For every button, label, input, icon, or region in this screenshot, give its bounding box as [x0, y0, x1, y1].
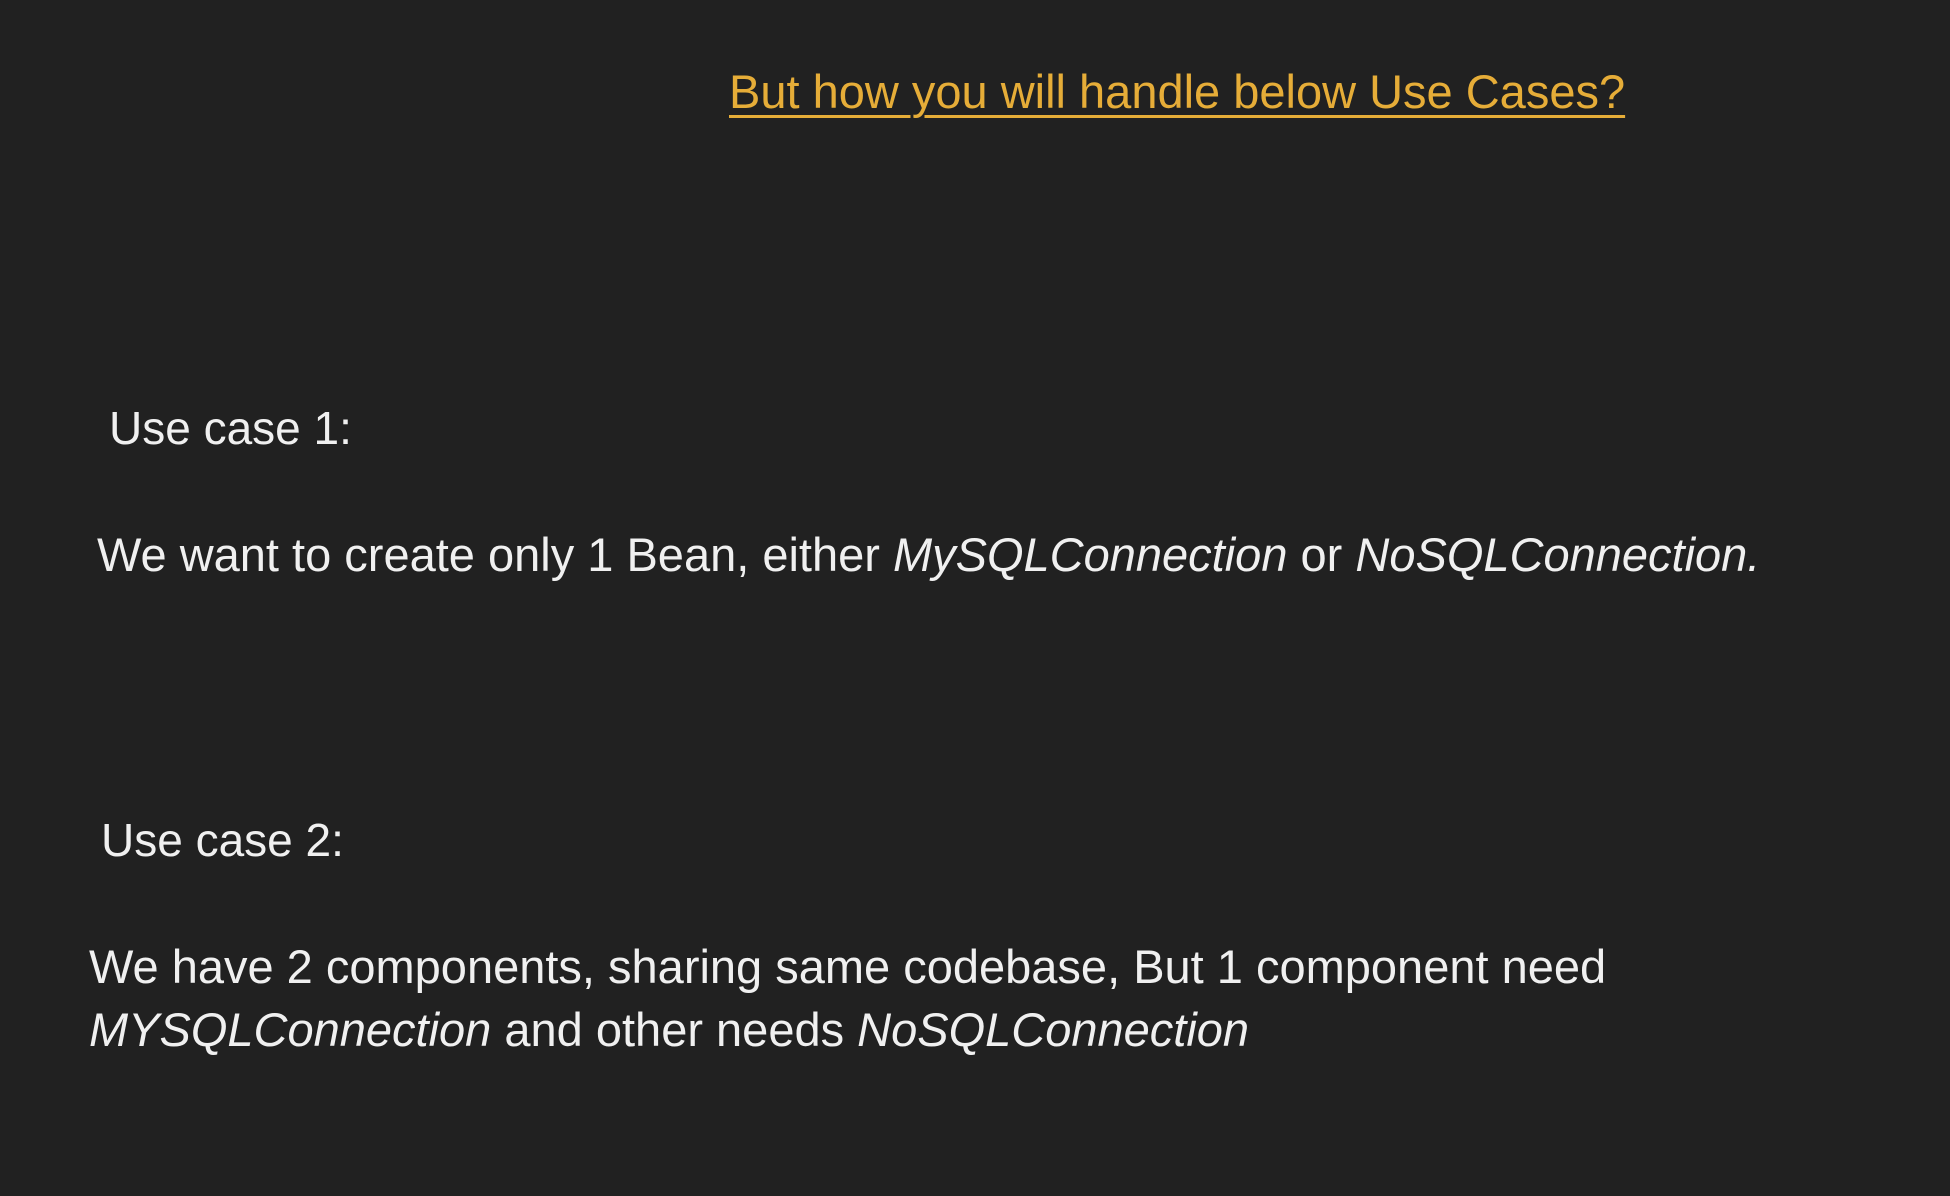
- slide: But how you will handle below Use Cases?…: [0, 0, 1950, 1196]
- use-case-1-mysql-term: MySQLConnection: [892, 528, 1288, 581]
- use-case-1-text-part1: We want to create only 1 Bean, either: [97, 528, 893, 581]
- use-case-1-nosql-term: NoSQLConnection.: [1355, 528, 1761, 581]
- slide-title: But how you will handle below Use Cases?: [729, 65, 1626, 118]
- use-case-2-heading: Use case 2:: [101, 814, 344, 866]
- use-case-1-heading: Use case 1:: [109, 402, 352, 454]
- use-case-2-line2: MYSQLConnection and other needs NoSQLCon…: [89, 999, 1249, 1061]
- use-case-2-line1: We have 2 components, sharing same codeb…: [89, 940, 1607, 993]
- use-case-1-text: We want to create only 1 Bean, either My…: [97, 524, 1760, 586]
- use-case-2-nosql-term: NoSQLConnection: [857, 1003, 1250, 1056]
- use-case-2-mysql-term: MYSQLConnection: [89, 1003, 492, 1056]
- use-case-2-text-part2: and other needs: [491, 1003, 858, 1056]
- use-case-1-text-part2: or: [1287, 528, 1356, 581]
